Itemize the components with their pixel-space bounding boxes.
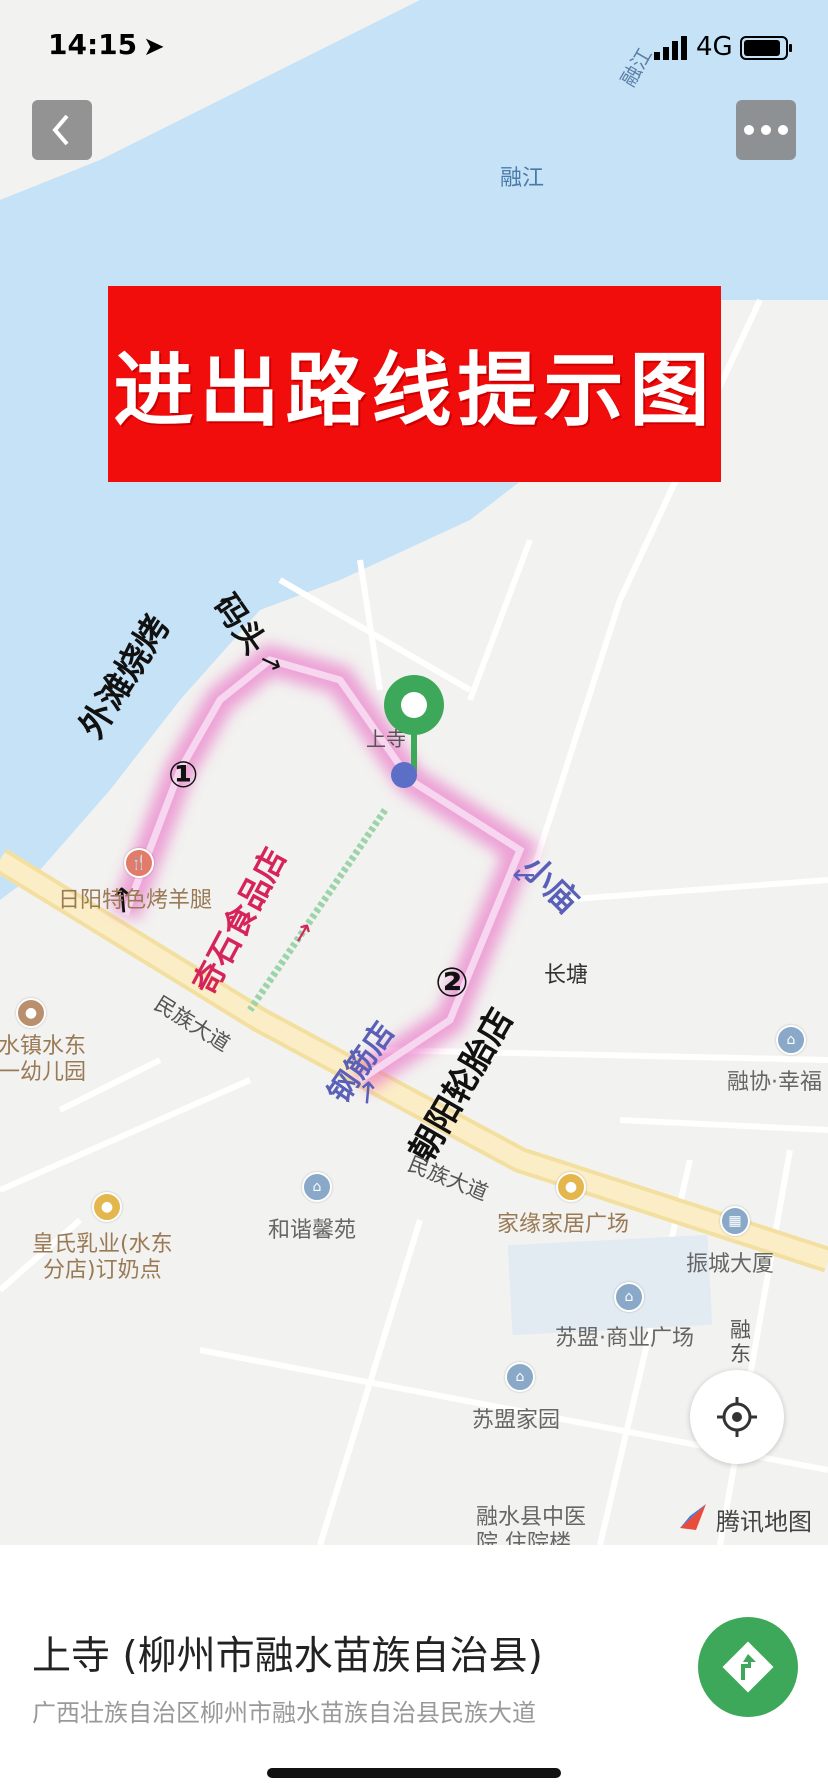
poi-hospital-line1: 融水县中医 — [476, 1505, 587, 1530]
more-icon — [744, 125, 788, 135]
residential-icon[interactable]: ⌂ — [302, 1172, 332, 1202]
locate-icon — [717, 1397, 757, 1437]
locate-button[interactable] — [690, 1370, 784, 1464]
road-label-rongdong: 融东 — [730, 1318, 751, 1366]
signal-icon — [654, 36, 687, 60]
place-title: 上寺 (柳州市融水苗族自治县) — [32, 1634, 543, 1679]
poi-zhencheng[interactable]: 振城大厦 — [686, 1246, 774, 1278]
navigate-icon — [722, 1641, 774, 1693]
shopping-icon[interactable]: ● — [556, 1172, 586, 1202]
map-brand: 腾讯地图 — [716, 1508, 812, 1536]
battery-icon — [740, 36, 792, 60]
location-arrow-icon: ➤ — [143, 32, 165, 62]
poi-rongxie[interactable]: 融协·幸福 — [727, 1064, 822, 1096]
residential-icon[interactable]: ⌂ — [505, 1362, 535, 1392]
route-banner: 进出路线提示图 — [108, 286, 721, 482]
route-marker-1: ① — [168, 755, 199, 796]
network-type: 4G — [696, 32, 733, 62]
poi-changtang[interactable]: 长塘 — [544, 957, 588, 989]
place-sheet[interactable]: 上寺 (柳州市融水苗族自治县) 广西壮族自治区柳州市融水苗族自治县民族大道 — [0, 1545, 828, 1792]
compass-icon — [680, 1504, 706, 1530]
poi-huangshi-line1: 皇氏乳业(水东 — [32, 1232, 173, 1257]
map-pin-icon[interactable] — [380, 672, 450, 792]
route-marker-2: ② — [435, 960, 469, 1006]
poi-kindergarten-line1: 水镇水东 — [0, 1034, 87, 1059]
back-icon — [52, 114, 69, 146]
arrow-xiaomiao: ← — [512, 858, 536, 891]
poi-kindergarten-line2: 一幼儿园 — [0, 1060, 87, 1085]
poi-jiayuan[interactable]: 家缘家居广场 — [497, 1212, 629, 1238]
restaurant-icon[interactable]: 🍴 — [124, 848, 154, 878]
poi-hospital[interactable]: 融水县中医 院 住院楼 — [476, 1505, 586, 1545]
home-indicator — [267, 1768, 561, 1778]
status-time: 14:15 — [48, 28, 138, 61]
place-address: 广西壮族自治区柳州市融水苗族自治县民族大道 — [32, 1699, 536, 1727]
river-label: 融江 — [500, 166, 545, 191]
poi-kindergarten[interactable]: 水镇水东 一幼儿园 — [0, 1034, 86, 1086]
more-button[interactable] — [736, 100, 796, 160]
kindergarten-icon[interactable]: ● — [16, 998, 46, 1028]
banner-title: 进出路线提示图 — [113, 344, 716, 437]
map-view[interactable]: 14:15 ➤ 融江 4G 融江 进出路线提示图 外滩烧烤 码头 → ① ↗ 奇… — [0, 0, 828, 1545]
building-icon[interactable]: ▦ — [720, 1206, 750, 1236]
residential-icon[interactable]: ⌂ — [614, 1282, 644, 1312]
poi-sumeng-plaza[interactable]: 苏盟·商业广场 — [555, 1320, 694, 1352]
residential-icon[interactable]: ⌂ — [776, 1025, 806, 1055]
poi-hospital-line2: 院 住院楼 — [476, 1531, 571, 1545]
poi-sumeng-home[interactable]: 苏盟家园 — [472, 1402, 560, 1434]
poi-huangshi-line2: 分店)订奶点 — [43, 1258, 162, 1283]
poi-huangshi[interactable]: 皇氏乳业(水东 分店)订奶点 — [32, 1232, 173, 1284]
shop-icon[interactable]: ● — [92, 1192, 122, 1222]
poi-hexie[interactable]: 和谐馨苑 — [268, 1212, 356, 1244]
poi-riyang[interactable]: 日阳特色烤羊腿 — [58, 888, 212, 914]
navigate-button[interactable] — [698, 1617, 798, 1717]
back-button[interactable] — [32, 100, 92, 160]
